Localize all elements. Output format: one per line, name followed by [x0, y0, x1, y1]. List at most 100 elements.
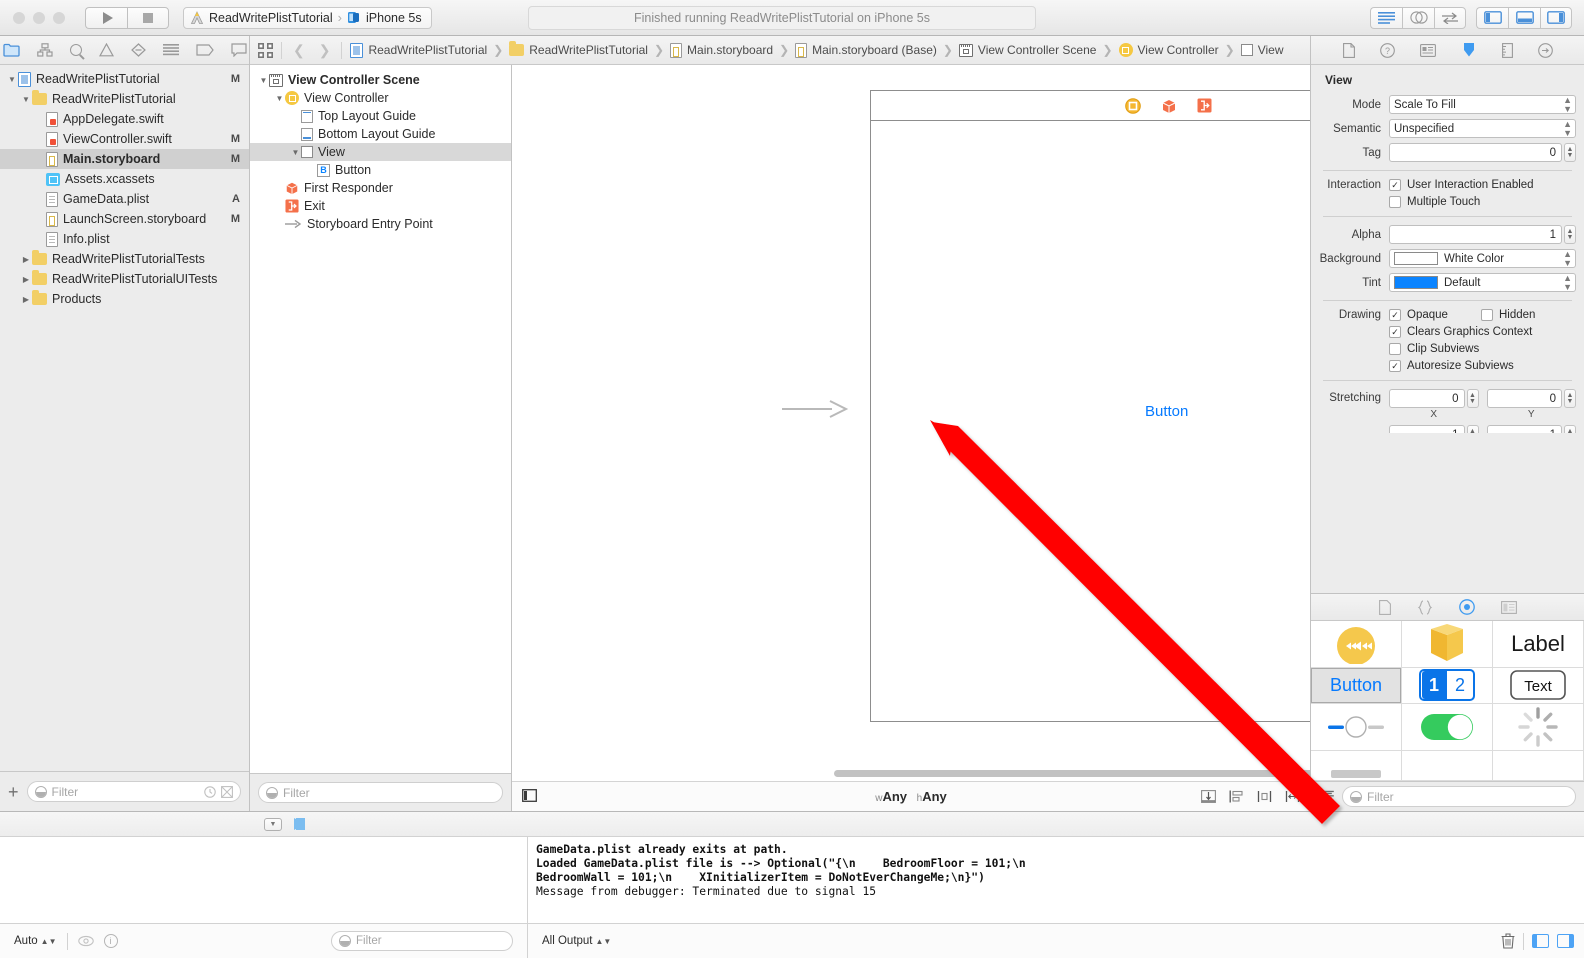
variables-filter-input[interactable]: Filter: [331, 931, 513, 951]
library-filter-input[interactable]: Filter: [1342, 786, 1576, 807]
stretch-width-field[interactable]: 1: [1389, 425, 1465, 433]
user-interaction-checkbox-row[interactable]: ✓ User Interaction Enabled: [1389, 179, 1534, 191]
library-item-text-field[interactable]: Text: [1493, 667, 1584, 704]
outline-row-view[interactable]: ▼ View: [250, 143, 511, 161]
variables-pane[interactable]: [0, 837, 528, 923]
nav-row-viewcontroller-swift[interactable]: ViewController.swift M: [0, 129, 249, 149]
outline-row-view-controller[interactable]: ▼ View Controller: [250, 89, 511, 107]
version-editor-button[interactable]: [1434, 6, 1466, 29]
outline-filter-input[interactable]: Filter: [258, 782, 503, 803]
breakpoint-flag-icon[interactable]: [294, 818, 305, 830]
outline-row-view-controller-scene[interactable]: ▼ View Controller Scene: [250, 71, 511, 89]
issue-navigator-icon[interactable]: [98, 43, 114, 57]
disclosure-triangle-right[interactable]: ▶: [20, 295, 32, 304]
stretch-y-stepper[interactable]: ▲ ▼: [1564, 389, 1576, 408]
tint-popup[interactable]: Default ▲ ▼: [1389, 273, 1576, 292]
stretch-width-stepper[interactable]: ▲▼: [1466, 425, 1479, 433]
code-snippet-library-icon[interactable]: [1417, 599, 1433, 615]
project-navigator-icon[interactable]: [2, 43, 20, 57]
stretch-x-stepper[interactable]: ▲ ▼: [1466, 389, 1479, 408]
scheme-selector[interactable]: ReadWritePlistTutorial › iPhone 5s: [183, 6, 432, 29]
disclosure-triangle-down[interactable]: ▼: [290, 148, 301, 157]
outline-row-bottom-layout-guide[interactable]: Bottom Layout Guide: [250, 125, 511, 143]
tint-color-swatch[interactable]: [1394, 276, 1438, 289]
size-inspector-icon[interactable]: [1501, 42, 1513, 58]
nav-row-appdelegate-swift[interactable]: AppDelegate.swift: [0, 109, 249, 129]
library-item-slider[interactable]: [1311, 704, 1402, 751]
autoresize-checkbox-row[interactable]: ✓ Autoresize Subviews: [1389, 360, 1514, 372]
zoom-button[interactable]: [53, 11, 65, 24]
size-class-indicator[interactable]: wAny hAny: [875, 789, 947, 804]
run-button[interactable]: [85, 6, 127, 29]
console-pane[interactable]: GameData.plist already exits at path. Loa…: [528, 837, 1584, 923]
find-navigator-icon[interactable]: [69, 44, 82, 56]
library-item-partial-1[interactable]: [1311, 750, 1402, 781]
library-item-segmented-control[interactable]: 1 2: [1402, 667, 1493, 704]
stop-button[interactable]: [127, 6, 169, 29]
chevron-left-icon[interactable]: ❮: [290, 42, 308, 59]
breadcrumb-item-6[interactable]: View: [1240, 43, 1284, 57]
breadcrumb[interactable]: ReadWritePlistTutorial ❯ ReadWritePlistTut…: [350, 41, 1284, 58]
hide-debug-icon[interactable]: ▼: [264, 817, 282, 831]
disclosure-triangle-right[interactable]: ▶: [20, 275, 32, 284]
opaque-checkbox-row[interactable]: ✓ Opaque: [1389, 309, 1481, 321]
navigator-filter-input[interactable]: Filter: [26, 781, 241, 802]
auto-layout-icon[interactable]: [1201, 790, 1216, 803]
mode-popup[interactable]: Scale To Fill ▲ ▼: [1389, 95, 1576, 114]
assistant-editor-button[interactable]: [1402, 6, 1434, 29]
storyboard-canvas[interactable]: Button: [512, 65, 1310, 781]
breadcrumb-item-0[interactable]: ReadWritePlistTutorial: [350, 42, 487, 58]
library-item-activity-indicator[interactable]: [1493, 704, 1584, 751]
test-navigator-icon[interactable]: [130, 43, 146, 57]
exit-icon[interactable]: [1197, 98, 1212, 113]
trash-icon[interactable]: [1501, 933, 1515, 949]
clip-subviews-checkbox-row[interactable]: Clip Subviews: [1389, 343, 1479, 355]
tag-field[interactable]: 0: [1389, 143, 1562, 162]
pin-icon[interactable]: [1257, 790, 1272, 803]
align-icon[interactable]: [1229, 790, 1244, 803]
breadcrumb-item-1[interactable]: ReadWritePlistTutorial: [509, 41, 648, 57]
breakpoint-navigator-icon[interactable]: [195, 44, 214, 56]
eye-icon[interactable]: [77, 935, 94, 947]
clip-subviews-checkbox[interactable]: [1389, 343, 1401, 355]
toggle-debug-button[interactable]: [1508, 6, 1540, 29]
file-template-library-icon[interactable]: [1378, 599, 1391, 615]
info-icon[interactable]: i: [103, 934, 118, 948]
library-item-label[interactable]: Label: [1493, 621, 1584, 668]
hidden-checkbox-row[interactable]: Hidden: [1481, 309, 1535, 321]
debug-navigator-icon[interactable]: [162, 43, 179, 57]
source-control-icon[interactable]: [221, 785, 233, 798]
breadcrumb-item-3[interactable]: Main.storyboard (Base): [795, 42, 937, 58]
document-outline-toggle-button[interactable]: [512, 788, 537, 805]
symbol-navigator-icon[interactable]: [36, 43, 53, 57]
connections-inspector-icon[interactable]: [1537, 42, 1553, 58]
background-color-swatch[interactable]: [1394, 252, 1438, 265]
panel-toggle-segments[interactable]: [1476, 6, 1572, 29]
stretch-height-field[interactable]: 1: [1486, 425, 1562, 433]
show-console-pane-icon[interactable]: [1557, 934, 1574, 948]
breadcrumb-item-2[interactable]: Main.storyboard: [670, 42, 773, 58]
file-inspector-icon[interactable]: [1342, 42, 1355, 58]
document-outline-tree[interactable]: ▼ View Controller Scene ▼ View Controller To…: [250, 65, 511, 773]
list-view-icon[interactable]: [1319, 790, 1334, 803]
close-button[interactable]: [13, 11, 25, 24]
opaque-checkbox[interactable]: ✓: [1389, 309, 1401, 321]
stretch-y-field[interactable]: 0: [1486, 389, 1562, 408]
toggle-utilities-button[interactable]: [1540, 6, 1572, 29]
nav-row-products[interactable]: ▶ Products: [0, 289, 249, 309]
view-controller-icon[interactable]: [1124, 97, 1141, 114]
alpha-field[interactable]: 1: [1389, 225, 1562, 244]
outline-row-storyboard-entry-point[interactable]: Storyboard Entry Point: [250, 215, 511, 233]
library-item-object[interactable]: [1402, 621, 1493, 668]
nav-row-assets-xcassets[interactable]: Assets.xcassets: [0, 169, 249, 189]
related-items-icon[interactable]: [258, 42, 273, 58]
resolve-issues-icon[interactable]: [1285, 790, 1300, 803]
outline-row-exit[interactable]: Exit: [250, 197, 511, 215]
view-controller-device[interactable]: Button: [870, 90, 1310, 722]
hidden-checkbox[interactable]: [1481, 309, 1493, 321]
nav-row-readwriteplisttutorial[interactable]: ▼ ReadWritePlistTutorial M: [0, 69, 249, 89]
object-library-icon[interactable]: [1458, 599, 1475, 615]
library-item-player-controls[interactable]: [1311, 621, 1402, 668]
multiple-touch-checkbox-row[interactable]: Multiple Touch: [1389, 196, 1480, 208]
outline-row-button[interactable]: B Button: [250, 161, 511, 179]
